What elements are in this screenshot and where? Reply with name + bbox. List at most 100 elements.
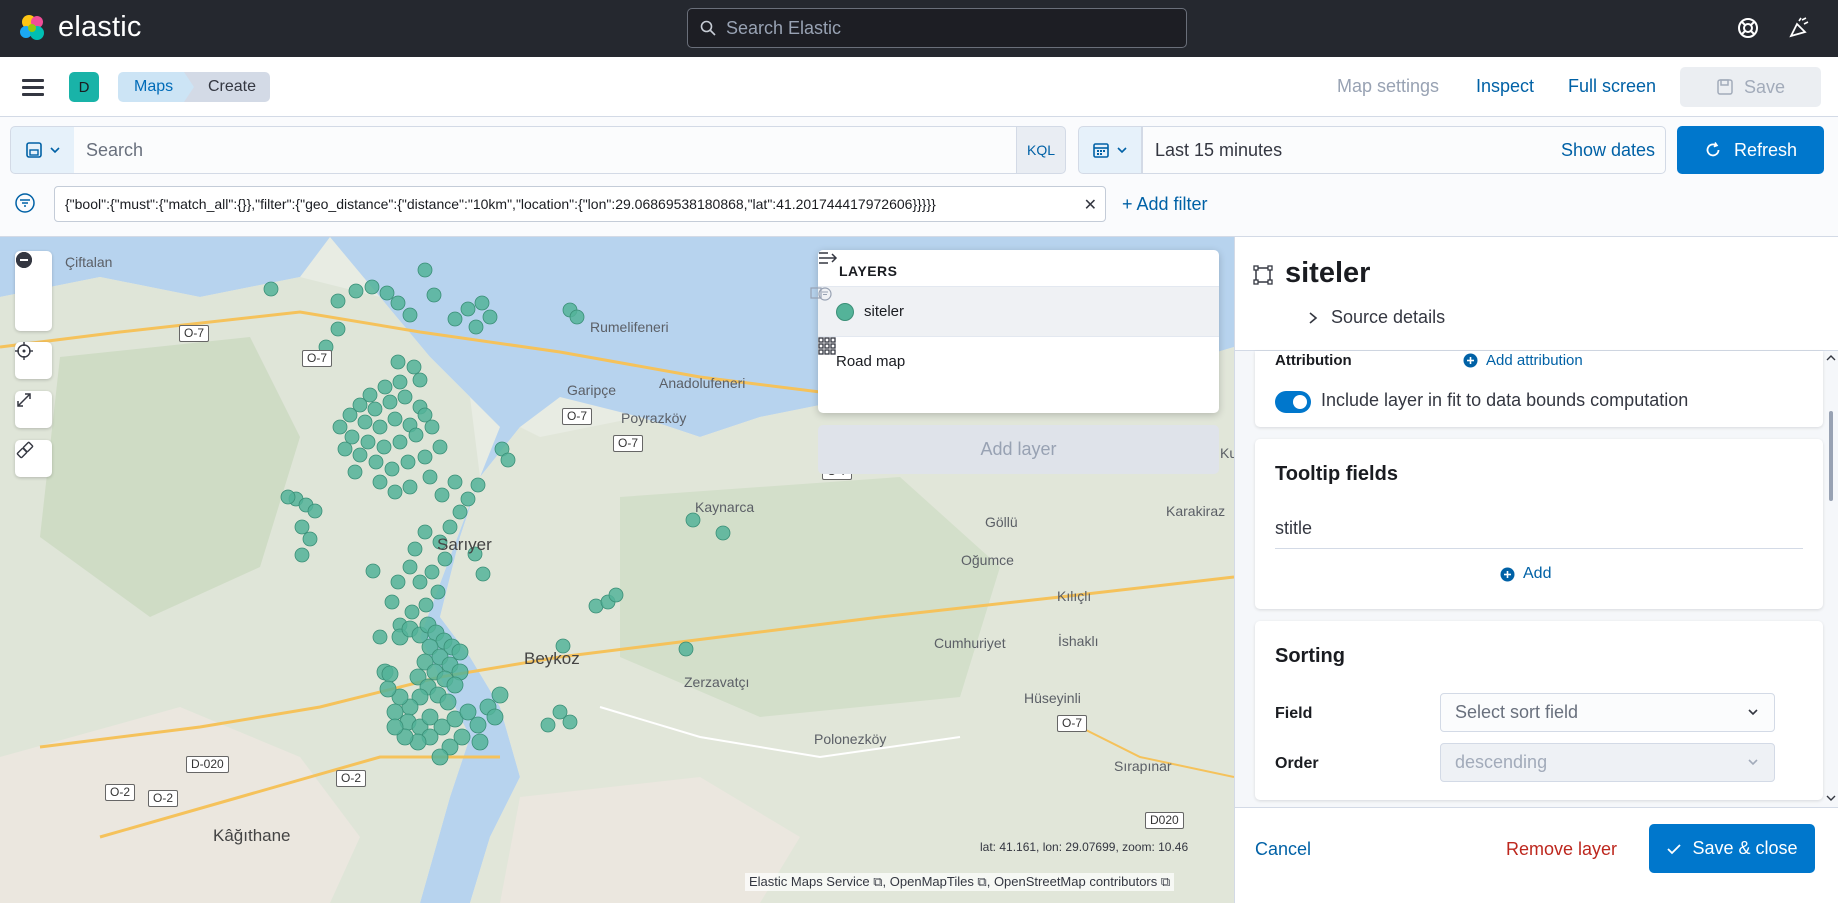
help-icon[interactable]	[1735, 15, 1761, 41]
cursor-coordinates: lat: 41.161, lon: 29.07699, zoom: 10.46	[980, 840, 1189, 854]
road-shield: O-7	[1057, 715, 1088, 732]
layer-title: siteler	[1285, 257, 1371, 289]
tooltip-fields-title: Tooltip fields	[1275, 463, 1398, 485]
global-search-placeholder: Search Elastic	[726, 17, 842, 38]
sort-field-placeholder: Select sort field	[1455, 702, 1579, 722]
layer-editor-panel: siteler Source details Attribution Add a…	[1234, 237, 1838, 903]
sorting-title: Sorting	[1275, 645, 1345, 667]
newsfeed-icon[interactable]	[1786, 15, 1812, 41]
sort-order-select[interactable]: descending	[1440, 743, 1775, 782]
place-label: Rumelifeneri	[590, 319, 669, 335]
tooltip-fields-card: Tooltip fields stitle Add	[1255, 439, 1823, 609]
remove-layer-button[interactable]: Remove layer	[1506, 839, 1617, 860]
refresh-label: Refresh	[1733, 139, 1798, 160]
query-language-toggle[interactable]: KQL	[1016, 126, 1066, 174]
chevron-right-icon	[1309, 311, 1318, 324]
layer-control-panel: LAYERS siteler Road map	[810, 250, 1219, 413]
sort-order-value: descending	[1455, 752, 1548, 772]
layer-editor-header: siteler Source details	[1235, 237, 1838, 351]
refresh-icon	[1706, 142, 1720, 157]
source-details-toggle[interactable]: Source details	[1307, 307, 1445, 328]
inspect-link[interactable]: Inspect	[1476, 76, 1534, 97]
cancel-button[interactable]: Cancel	[1255, 839, 1311, 860]
layer-item-road-map[interactable]: Road map	[818, 336, 1219, 386]
full-screen-link[interactable]: Full screen	[1568, 76, 1656, 97]
query-bar: Search KQL Last 15 minutes Show dates Re…	[0, 117, 1838, 184]
map-settings-link[interactable]: Map settings	[1337, 76, 1439, 97]
zoom-out-icon[interactable]	[15, 252, 52, 331]
fit-bounds-icon[interactable]	[15, 391, 52, 428]
divider	[1275, 548, 1803, 549]
save-and-close-label: Save & close	[1692, 838, 1798, 858]
collapse-layers-icon[interactable]	[818, 250, 838, 266]
road-shield: O-7	[179, 325, 210, 342]
place-label: Göllü	[985, 514, 1018, 530]
query-search-input[interactable]: Search	[74, 126, 1016, 174]
breadcrumb-maps[interactable]: Maps	[118, 72, 199, 102]
add-tooltip-field-button[interactable]: Add	[1500, 565, 1551, 583]
road-shield: O-2	[148, 790, 179, 807]
place-label: Anadolufeneri	[659, 375, 746, 391]
elastic-logo[interactable]: elastic	[18, 11, 142, 44]
search-icon	[700, 20, 716, 36]
scroll-up-icon[interactable]	[1823, 351, 1838, 365]
place-label: Sarıyer	[437, 535, 492, 554]
map-attribution[interactable]: Elastic Maps Service ⧉, OpenMapTiles ⧉, …	[745, 873, 1175, 891]
fit-to-bounds-toggle[interactable]	[1275, 391, 1311, 413]
scroll-thumb[interactable]	[1829, 411, 1833, 501]
refresh-button[interactable]: Refresh	[1677, 126, 1824, 174]
road-shield: O-7	[613, 435, 644, 452]
time-range-value: Last 15 minutes	[1155, 139, 1283, 160]
saved-query-button[interactable]	[10, 126, 74, 174]
filter-bar: {"bool":{"must":{"match_all":{}},"filter…	[0, 184, 1838, 237]
date-quick-menu-button[interactable]	[1078, 126, 1142, 174]
app-navbar: D Maps Create Map settings Inspect Full …	[0, 57, 1838, 117]
sort-order-label: Order	[1275, 755, 1319, 772]
saved-query-icon	[25, 142, 42, 158]
place-label: Polonezköy	[814, 731, 887, 747]
road-shield: O-2	[336, 770, 367, 787]
place-label: Cumhuriyet	[934, 635, 1006, 651]
vector-layer-icon	[1253, 265, 1273, 285]
road-shield: O-7	[562, 408, 593, 425]
draw-tools-icon[interactable]	[15, 440, 52, 477]
global-header: elastic Search Elastic	[0, 0, 1838, 57]
sort-field-select[interactable]: Select sort field	[1440, 693, 1775, 732]
place-label: Zerzavatçı	[684, 674, 750, 690]
road-shield: O-2	[105, 784, 136, 801]
global-search-input[interactable]: Search Elastic	[687, 8, 1187, 48]
place-label: Garipçe	[567, 382, 617, 398]
sorting-card: Sorting Field Select sort field Order de…	[1255, 621, 1823, 800]
add-layer-button[interactable]: Add layer	[818, 425, 1219, 474]
save-and-close-button[interactable]: Save & close	[1649, 824, 1815, 873]
editor-scrollbar[interactable]	[1823, 351, 1838, 807]
place-label: Çiftalan	[65, 254, 113, 270]
save-button[interactable]: Save	[1680, 67, 1821, 107]
filter-options-icon[interactable]	[14, 192, 36, 214]
filter-pill-text: {"bool":{"must":{"match_all":{}},"filter…	[65, 196, 936, 212]
chevron-down-icon	[49, 147, 60, 154]
sort-field-label: Field	[1275, 705, 1313, 722]
point-layer-icon	[836, 302, 854, 321]
road-shield: D-020	[186, 756, 229, 773]
space-avatar[interactable]: D	[69, 72, 99, 102]
locate-icon[interactable]	[15, 342, 52, 379]
add-filter-button[interactable]: + Add filter	[1122, 194, 1208, 215]
time-range-display[interactable]: Last 15 minutes Show dates	[1142, 126, 1666, 174]
scroll-down-icon[interactable]	[1823, 791, 1838, 805]
layer-editor-footer: Cancel Remove layer Save & close	[1235, 807, 1838, 903]
zoom-controls	[15, 251, 52, 331]
add-tooltip-field-label: Add	[1523, 565, 1552, 582]
tooltip-field-item[interactable]: stitle	[1275, 518, 1312, 539]
filter-pill[interactable]: {"bool":{"must":{"match_all":{}},"filter…	[54, 186, 1106, 222]
layer-settings-card: Attribution Add attribution Include laye…	[1255, 351, 1823, 427]
map-canvas[interactable]: Çiftalan Rumelifeneri Garipçe Anadolufen…	[0, 237, 1234, 903]
remove-filter-icon[interactable]: ✕	[1084, 195, 1097, 215]
show-dates-link[interactable]: Show dates	[1561, 140, 1655, 161]
calendar-icon	[1093, 143, 1109, 158]
add-attribution-button[interactable]: Add attribution	[1463, 352, 1583, 369]
menu-toggle-icon[interactable]	[22, 79, 44, 100]
place-label: Kaynarca	[695, 499, 755, 515]
layer-item-siteler[interactable]: siteler	[810, 286, 1219, 336]
place-label: Poyrazköy	[621, 410, 687, 426]
